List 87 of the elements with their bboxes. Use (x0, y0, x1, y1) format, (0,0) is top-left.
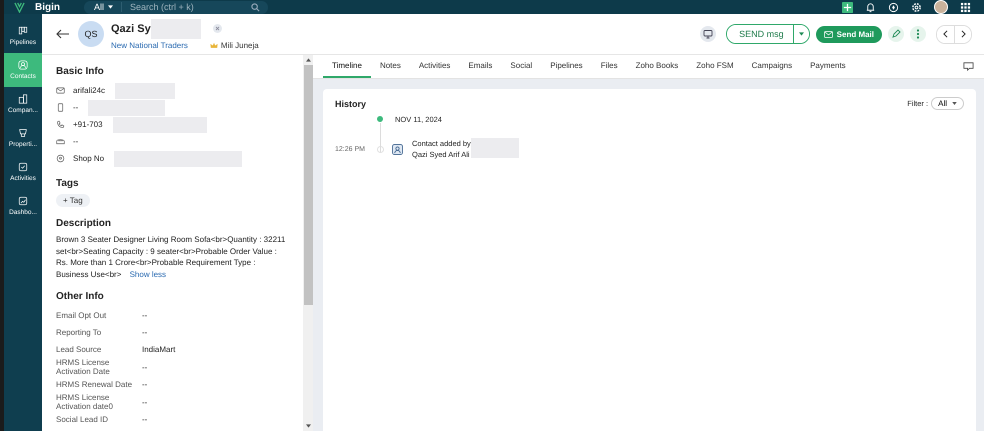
scroll-up-icon[interactable] (306, 58, 310, 62)
contact-card-icon (392, 144, 403, 154)
field-label: HRMS License Activation date0 (56, 393, 114, 411)
search-scope-dropdown[interactable]: All (84, 2, 122, 12)
search-bar[interactable]: All Search (ctrl + k) (84, 0, 268, 14)
field-label: HRMS Renewal Date (56, 380, 134, 389)
apps-grid-icon[interactable] (960, 2, 971, 12)
envelope-icon (824, 30, 833, 38)
field-value: +91-703 (73, 120, 103, 129)
person-icon (18, 60, 28, 70)
field-label: Social Lead ID (56, 415, 110, 424)
back-arrow-icon[interactable] (56, 29, 70, 39)
field-value: -- (142, 380, 148, 389)
field-value: -- (142, 328, 148, 337)
history-title: History (335, 98, 366, 108)
chevron-left-icon (943, 30, 948, 38)
more-options-icon[interactable] (910, 26, 926, 42)
tab[interactable]: Zoho FSM (687, 55, 743, 78)
field-value: -- (142, 415, 148, 424)
field-label: Lead Source (56, 345, 102, 354)
settings-icon[interactable] (911, 2, 922, 12)
tab[interactable]: Social (501, 55, 542, 78)
section-title: Other Info (56, 291, 105, 302)
app-logo: Bigin (35, 2, 60, 12)
field-value: -- (142, 362, 148, 372)
field-label: Email Opt Out (56, 311, 108, 320)
field-value: -- (142, 311, 148, 320)
tab[interactable]: Payments (801, 55, 855, 78)
cup-icon (18, 128, 28, 138)
bell-icon[interactable] (865, 2, 876, 12)
contact-avatar: QS (78, 21, 104, 47)
next-button[interactable] (954, 26, 971, 42)
section-title: Tags (56, 178, 80, 189)
owner-name: Mili Juneja (220, 40, 259, 50)
scrollbar[interactable] (303, 55, 313, 431)
crown-icon (210, 42, 218, 48)
section-title: Basic Info (56, 66, 105, 77)
chart-icon (18, 196, 28, 206)
fax-icon (56, 137, 65, 146)
contact-name: Qazi Sy (111, 22, 151, 34)
user-avatar[interactable] (934, 0, 948, 14)
company-link[interactable]: New National Traders (111, 40, 188, 50)
edit-icon[interactable] (888, 26, 904, 42)
send-mail-button[interactable]: Send Mail (816, 26, 882, 42)
tab[interactable]: Notes (370, 55, 410, 78)
tab[interactable]: Zoho Books (626, 55, 688, 78)
add-tag-button[interactable]: + Tag (56, 194, 90, 207)
scroll-down-icon[interactable] (306, 424, 310, 428)
tab[interactable]: Files (592, 55, 627, 78)
location-pin-icon (56, 154, 65, 163)
field-value: Shop No (73, 154, 104, 163)
dropdown-button[interactable] (792, 25, 809, 43)
description-text: Brown 3 Seater Designer Living Room Sofa<br>Quantity : 32211 set<br>Seating Capacity : 9 seater<br>Probable Order Value : Rs. More than 1 Crore<br>Probable Requirement Type : Business Use<br> Show less (56, 234, 286, 280)
field-value: arifali24c (73, 86, 106, 95)
tab[interactable]: Emails (459, 55, 502, 78)
compass-icon[interactable] (888, 2, 899, 12)
checkbox-icon (18, 162, 28, 172)
search-icon (251, 2, 260, 12)
caret-icon (798, 32, 804, 36)
filter-dropdown[interactable]: All (931, 97, 964, 110)
field-value: IndiaMart (142, 345, 176, 354)
timeline-dot (377, 116, 383, 122)
tab[interactable]: Activities (410, 55, 460, 78)
field-value: -- (73, 137, 78, 146)
buildings-icon (18, 94, 28, 104)
field-label: Reporting To (56, 328, 102, 337)
close-icon[interactable] (212, 24, 222, 33)
add-icon[interactable] (842, 2, 853, 12)
tab[interactable]: Campaigns (742, 55, 802, 78)
tab[interactable]: Pipelines (541, 55, 592, 78)
search-placeholder: Search (ctrl + k) (130, 2, 195, 12)
field-value: -- (73, 103, 78, 112)
field-label: HRMS License Activation Date (56, 358, 111, 376)
field-value: -- (142, 398, 148, 406)
monitor-icon[interactable] (700, 26, 716, 42)
caret-icon (952, 102, 957, 105)
show-less-link[interactable]: Show less (130, 270, 166, 278)
scrollbar-thumb[interactable] (304, 65, 312, 305)
phone-icon (56, 120, 65, 129)
caret-icon (108, 5, 114, 9)
section-title: Description (56, 218, 112, 229)
mobile-icon (56, 103, 65, 112)
columns-icon (18, 26, 28, 36)
envelope-icon (56, 86, 65, 95)
leaf-logo-icon (14, 2, 25, 12)
chevron-right-icon (960, 30, 966, 38)
panel-layout-icon[interactable] (963, 61, 974, 72)
